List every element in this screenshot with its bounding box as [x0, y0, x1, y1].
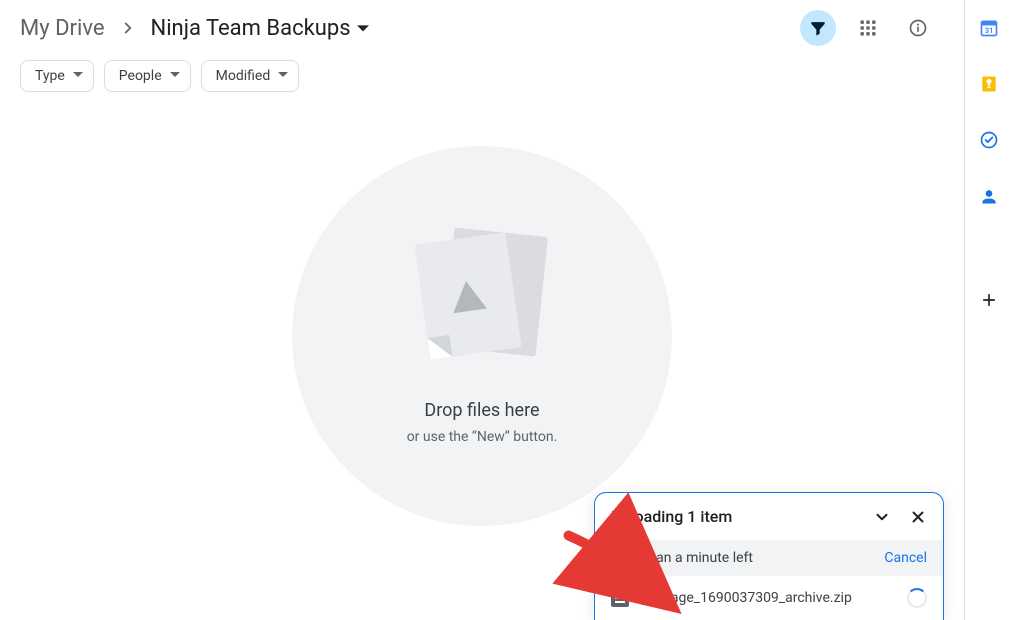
side-app-add[interactable]	[973, 284, 1005, 316]
filter-type[interactable]: Type	[20, 60, 94, 92]
filter-modified[interactable]: Modified	[201, 60, 300, 92]
caret-down-icon	[357, 16, 369, 41]
close-button[interactable]	[909, 508, 927, 526]
spinner-icon	[907, 588, 927, 608]
empty-state: Drop files here or use the “New” button.	[292, 146, 672, 526]
upload-status-panel: Uploading 1 item Less than a minute left…	[594, 492, 944, 620]
empty-subtitle: or use the “New” button.	[407, 429, 558, 445]
close-icon	[909, 508, 927, 526]
caret-down-icon	[278, 68, 288, 84]
breadcrumb-root[interactable]: My Drive	[20, 16, 105, 41]
filter-people[interactable]: People	[104, 60, 191, 92]
file-icon	[611, 589, 629, 607]
keep-icon	[979, 74, 999, 94]
filter-chip-label: Type	[35, 68, 65, 84]
side-app-contacts[interactable]	[973, 180, 1005, 212]
tasks-icon	[979, 130, 999, 150]
side-app-calendar[interactable]: 31	[973, 12, 1005, 44]
grid-view-icon	[858, 18, 878, 38]
empty-title: Drop files here	[424, 400, 539, 421]
breadcrumb: My Drive Ninja Team Backups	[20, 16, 369, 41]
side-app-tasks[interactable]	[973, 124, 1005, 156]
svg-text:31: 31	[984, 26, 993, 35]
info-button[interactable]	[900, 10, 936, 46]
filter-icon	[808, 18, 828, 38]
filter-chip-label: Modified	[216, 68, 271, 84]
chevron-down-icon	[873, 508, 891, 526]
empty-illustration	[422, 228, 542, 378]
collapse-button[interactable]	[873, 508, 891, 526]
side-app-keep[interactable]	[973, 68, 1005, 100]
plus-icon	[979, 290, 999, 310]
upload-title: Uploading 1 item	[611, 507, 732, 526]
upload-row[interactable]: package_1690037309_archive.zip	[595, 576, 943, 620]
breadcrumb-current-label: Ninja Team Backups	[151, 16, 351, 41]
grid-view-button[interactable]	[850, 10, 886, 46]
chevron-right-icon	[119, 19, 137, 37]
breadcrumb-current[interactable]: Ninja Team Backups	[151, 16, 369, 41]
filter-chips-row: Type People Modified	[0, 56, 964, 106]
caret-down-icon	[73, 68, 83, 84]
caret-down-icon	[170, 68, 180, 84]
filter-chip-label: People	[119, 68, 162, 84]
side-panel: 31	[964, 0, 1012, 620]
drive-logo-icon	[449, 278, 487, 312]
upload-eta: Less than a minute left	[611, 550, 753, 566]
cancel-button[interactable]: Cancel	[884, 550, 927, 566]
calendar-icon: 31	[979, 18, 999, 38]
header-bar: My Drive Ninja Team Backups	[0, 0, 964, 56]
filter-button[interactable]	[800, 10, 836, 46]
contacts-icon	[979, 186, 999, 206]
info-icon	[908, 18, 928, 38]
upload-filename: package_1690037309_archive.zip	[641, 590, 895, 606]
